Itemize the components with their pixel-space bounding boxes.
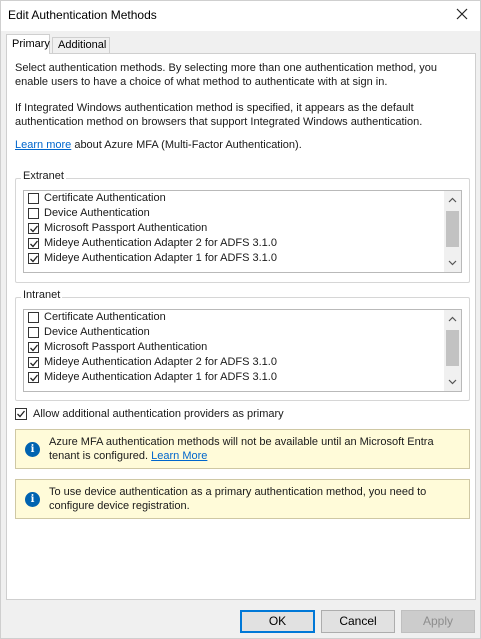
tab-additional[interactable]: Additional [52,37,110,54]
checkmark-icon [30,240,39,248]
close-button[interactable] [450,4,474,26]
checkbox-checked[interactable] [28,223,39,234]
intranet-item[interactable]: Mideye Authentication Adapter 1 for ADFS… [24,370,444,385]
azure-mfa-info-bar: i Azure MFA authentication methods will … [15,429,470,469]
checkbox[interactable] [28,193,39,204]
checkbox[interactable] [28,208,39,219]
learn-more-rest: about Azure MFA (Multi-Factor Authentica… [71,139,302,151]
edit-authentication-methods-dialog: Edit Authentication Methods Primary Addi… [0,0,481,639]
intranet-item[interactable]: Device Authentication [24,325,444,340]
checkbox[interactable] [28,327,39,338]
extranet-item-label: Certificate Authentication [44,192,166,204]
checkbox-checked[interactable] [28,253,39,264]
intranet-item-label: Device Authentication [44,326,150,338]
learn-more-line: Learn more about Azure MFA (Multi-Factor… [15,138,467,152]
close-icon [456,8,468,20]
intranet-item-label: Certificate Authentication [44,311,166,323]
tab-primary[interactable]: Primary [6,34,50,54]
checkmark-icon [17,410,26,418]
window-title: Edit Authentication Methods [8,8,157,22]
intranet-item-label: Mideye Authentication Adapter 1 for ADFS… [44,371,277,383]
info-icon: i [25,442,40,457]
extranet-listbox[interactable]: Certificate Authentication Device Authen… [23,190,462,273]
apply-button[interactable]: Apply [401,610,475,633]
scroll-up-icon[interactable] [448,315,457,324]
extranet-item-label: Microsoft Passport Authentication [44,222,208,234]
scroll-down-icon[interactable] [448,377,457,386]
tab-strip: Primary Additional [6,34,476,54]
checkbox-checked[interactable] [28,357,39,368]
intranet-scroll-thumb[interactable] [446,330,459,366]
extranet-label: Extranet [21,170,66,182]
extranet-items: Certificate Authentication Device Authen… [24,191,444,266]
intranet-label: Intranet [21,289,63,301]
cancel-button[interactable]: Cancel [321,610,395,633]
extranet-item-label: Mideye Authentication Adapter 2 for ADFS… [44,237,277,249]
extranet-scrollbar[interactable] [444,191,461,272]
extranet-item[interactable]: Mideye Authentication Adapter 2 for ADFS… [24,236,444,251]
intro-text: Select authentication methods. By select… [15,62,437,88]
intranet-item-label: Microsoft Passport Authentication [44,341,208,353]
integrated-windows-text: If Integrated Windows authentication met… [15,102,423,128]
primary-tab-panel: Select authentication methods. By select… [6,53,476,600]
checkmark-icon [30,374,39,382]
intranet-item-label: Mideye Authentication Adapter 2 for ADFS… [44,356,277,368]
device-auth-info-bar: i To use device authentication as a prim… [15,479,470,519]
extranet-group: Extranet Certificate Authentication Devi… [15,170,470,283]
title-bar: Edit Authentication Methods [1,1,480,31]
checkbox-checked[interactable] [28,238,39,249]
allow-primary-label: Allow additional authentication provider… [33,408,284,420]
checkmark-icon [30,344,39,352]
allow-primary-checkbox[interactable] [15,408,27,420]
checkbox-checked[interactable] [28,342,39,353]
ok-button[interactable]: OK [240,610,315,633]
azure-mfa-info-message: Azure MFA authentication methods will no… [49,436,434,462]
extranet-item-label: Device Authentication [44,207,150,219]
intranet-group: Intranet Certificate Authentication Devi… [15,289,470,401]
checkmark-icon [30,255,39,263]
info-icon: i [25,492,40,507]
extranet-item-label: Mideye Authentication Adapter 1 for ADFS… [44,252,277,264]
intranet-scrollbar[interactable] [444,310,461,391]
intranet-item[interactable]: Microsoft Passport Authentication [24,340,444,355]
extranet-item[interactable]: Device Authentication [24,206,444,221]
scroll-down-icon[interactable] [448,258,457,267]
checkbox-checked[interactable] [28,372,39,383]
extranet-scroll-thumb[interactable] [446,211,459,247]
azure-mfa-info-text: Azure MFA authentication methods will no… [49,435,464,463]
extranet-item[interactable]: Microsoft Passport Authentication [24,221,444,236]
checkmark-icon [30,225,39,233]
device-auth-info-text: To use device authentication as a primar… [49,486,427,512]
intranet-listbox[interactable]: Certificate Authentication Device Authen… [23,309,462,392]
learn-more-link[interactable]: Learn more [15,139,71,151]
intranet-item[interactable]: Mideye Authentication Adapter 2 for ADFS… [24,355,444,370]
extranet-item[interactable]: Certificate Authentication [24,191,444,206]
checkmark-icon [30,359,39,367]
intranet-item[interactable]: Certificate Authentication [24,310,444,325]
intranet-items: Certificate Authentication Device Authen… [24,310,444,385]
extranet-item[interactable]: Mideye Authentication Adapter 1 for ADFS… [24,251,444,266]
checkbox[interactable] [28,312,39,323]
learn-more-info-link[interactable]: Learn More [151,450,207,462]
scroll-up-icon[interactable] [448,196,457,205]
